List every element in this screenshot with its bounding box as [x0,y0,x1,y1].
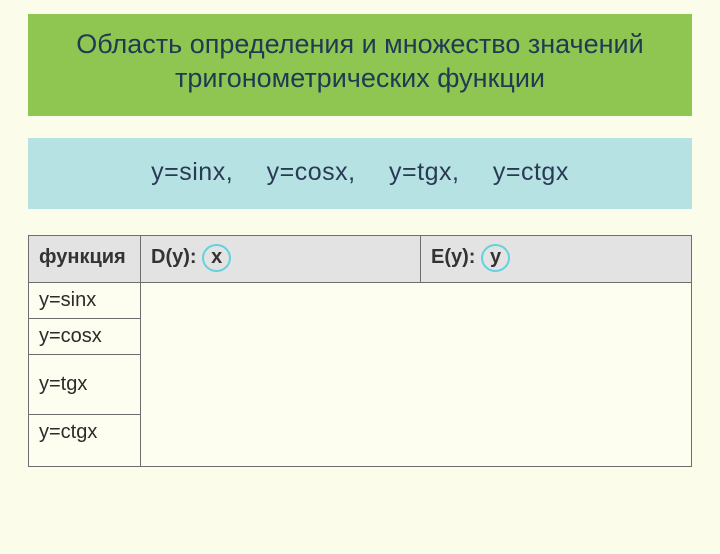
domain-variable-circled: x [202,244,231,272]
cell-func: y=cosx [29,318,141,354]
func-item: y=tgx, [389,158,459,186]
table: функция D(y): x E(y): y y=sinx y=cosx y=… [28,235,692,467]
cell-func: y=tgx [29,354,141,414]
page-title: Область определения и множество значений… [40,28,680,96]
col-header-domain: D(y): x [141,235,421,282]
cell-func: y=ctgx [29,414,141,466]
table-header-row: функция D(y): x E(y): y [29,235,692,282]
cell-blank-merged [141,282,692,466]
col-header-range: E(y): y [421,235,692,282]
trig-table: функция D(y): x E(y): y y=sinx y=cosx y=… [28,235,692,467]
functions-list: y=sinx, y=cosx, y=tgx, y=ctgx [151,158,569,186]
table-row: y=sinx [29,282,692,318]
cell-func: y=sinx [29,282,141,318]
range-variable-circled: y [481,244,510,272]
func-item: y=ctgx [493,158,569,186]
func-item: y=sinx, [151,158,233,186]
col-header-function: функция [29,235,141,282]
title-banner: Область определения и множество значений… [28,14,692,116]
func-item: y=cosx, [267,158,356,186]
domain-prefix: D(y): [151,246,202,268]
range-prefix: E(y): [431,246,481,268]
functions-band: y=sinx, y=cosx, y=tgx, y=ctgx [28,138,692,209]
